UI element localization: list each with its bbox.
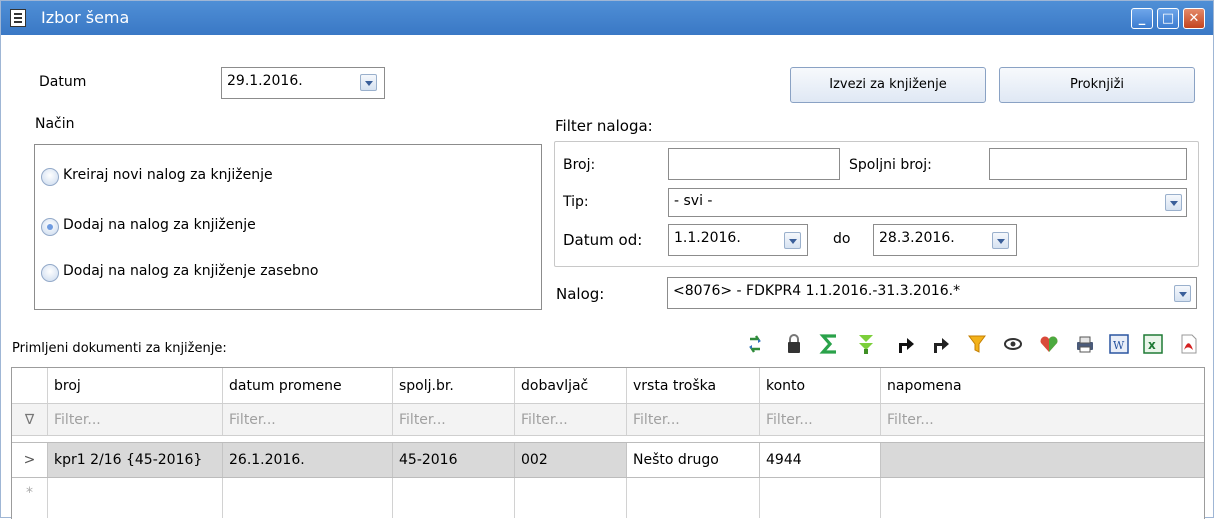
- nalog-select[interactable]: <8076> - FDKPR4 1.1.2016.-31.3.2016.*: [667, 277, 1197, 309]
- izvezi-za-knjizenje-button[interactable]: Izvezi za knjiženje: [790, 67, 986, 103]
- new-row-icon: *: [12, 478, 48, 518]
- datum-label: Datum: [39, 74, 87, 90]
- window: Izbor šema _ □ ✕ Datum 29.1.2016. Izvezi…: [0, 0, 1214, 519]
- refresh-icon[interactable]: [744, 333, 766, 355]
- sum-icon[interactable]: [819, 333, 841, 355]
- datum-od-label: Datum od:: [563, 231, 643, 249]
- close-button[interactable]: ✕: [1183, 8, 1205, 29]
- column-header-konto[interactable]: konto: [760, 368, 881, 403]
- broj-input[interactable]: [668, 148, 840, 180]
- spoljni-broj-input[interactable]: [989, 148, 1187, 180]
- new-cell-dobavljac[interactable]: [515, 478, 627, 518]
- filter-input-konto[interactable]: Filter...: [760, 404, 881, 435]
- cell-dobavljac[interactable]: 002: [515, 443, 627, 477]
- window-title: Izbor šema: [41, 8, 130, 27]
- datum-od-picker[interactable]: 1.1.2016.: [668, 224, 808, 256]
- export-arrow-icon[interactable]: [894, 333, 916, 355]
- filter-icon[interactable]: [966, 333, 988, 355]
- radio-dodaj-zasebno[interactable]: Dodaj na nalog za knjiženje zasebno: [41, 263, 441, 285]
- column-header-dobavljac[interactable]: dobavljač: [515, 368, 627, 403]
- nalog-label: Nalog:: [556, 285, 605, 303]
- radio-icon: [41, 264, 59, 282]
- row-header-corner: [12, 368, 48, 403]
- cell-datum-promene[interactable]: 26.1.2016.: [223, 443, 393, 477]
- column-header-vrsta-troska[interactable]: vrsta troška: [627, 368, 760, 403]
- datum-value: 29.1.2016.: [227, 73, 303, 89]
- chevron-down-icon[interactable]: [992, 232, 1009, 249]
- new-cell-vrsta-troska[interactable]: [627, 478, 760, 518]
- new-cell-napomena[interactable]: [881, 478, 1204, 518]
- svg-text:x: x: [1148, 338, 1156, 352]
- grid-header: broj datum promene spolj.br. dobavljač v…: [12, 368, 1204, 404]
- filter-input-vrsta-troska[interactable]: Filter...: [627, 404, 760, 435]
- favorite-icon[interactable]: [1038, 333, 1060, 355]
- word-icon[interactable]: W: [1108, 333, 1130, 355]
- spoljni-broj-label: Spoljni broj:: [849, 157, 932, 173]
- proknjizi-button[interactable]: Proknjiži: [999, 67, 1195, 103]
- cell-vrsta-troska[interactable]: Nešto drugo: [627, 443, 760, 477]
- filter-input-spolj-br[interactable]: Filter...: [393, 404, 515, 435]
- cell-broj[interactable]: kpr1 2/16 {45-2016}: [48, 443, 223, 477]
- filter-input-datum-promene[interactable]: Filter...: [223, 404, 393, 435]
- table-row[interactable]: > kpr1 2/16 {45-2016} 26.1.2016. 45-2016…: [12, 442, 1204, 478]
- chevron-down-icon[interactable]: [784, 232, 801, 249]
- chevron-down-icon[interactable]: [1165, 194, 1182, 211]
- pdf-icon[interactable]: [1178, 333, 1200, 355]
- tip-label: Tip:: [563, 194, 589, 210]
- row-selector-icon[interactable]: >: [12, 443, 48, 477]
- expand-icon[interactable]: [855, 333, 877, 355]
- filter-input-napomena[interactable]: Filter...: [881, 404, 1204, 435]
- documents-grid: broj datum promene spolj.br. dobavljač v…: [11, 367, 1205, 519]
- chevron-down-icon[interactable]: [360, 74, 377, 91]
- new-cell-spolj-br[interactable]: [393, 478, 515, 518]
- chevron-down-icon[interactable]: [1174, 285, 1191, 302]
- filter-icon: ∇: [12, 404, 48, 435]
- do-label: do: [833, 231, 851, 247]
- new-cell-konto[interactable]: [760, 478, 881, 518]
- filter-input-broj[interactable]: Filter...: [48, 404, 223, 435]
- view-icon[interactable]: [1002, 333, 1024, 355]
- print-icon[interactable]: [1074, 333, 1096, 355]
- tip-select[interactable]: - svi -: [668, 188, 1187, 217]
- redirect-icon[interactable]: [930, 333, 952, 355]
- datum-date-picker[interactable]: 29.1.2016.: [221, 67, 385, 99]
- column-header-napomena[interactable]: napomena: [881, 368, 1204, 403]
- radio-kreiraj-novi-nalog[interactable]: Kreiraj novi nalog za knjiženje: [41, 167, 441, 189]
- new-cell-broj[interactable]: [48, 478, 223, 518]
- form-icon: [10, 9, 26, 27]
- datum-do-picker[interactable]: 28.3.2016.: [873, 224, 1017, 256]
- broj-label: Broj:: [563, 157, 596, 173]
- cell-spolj-br[interactable]: 45-2016: [393, 443, 515, 477]
- title-bar: Izbor šema _ □ ✕: [1, 1, 1213, 35]
- grid-filter-row: ∇ Filter... Filter... Filter... Filter..…: [12, 404, 1204, 436]
- dokumenti-label: Primljeni dokumenti za knjiženje:: [12, 341, 227, 356]
- column-header-spolj-br[interactable]: spolj.br.: [393, 368, 515, 403]
- cell-napomena[interactable]: [881, 443, 1204, 477]
- minimize-button[interactable]: _: [1131, 8, 1153, 29]
- svg-text:W: W: [1113, 339, 1125, 352]
- radio-dodaj-na-nalog[interactable]: Dodaj na nalog za knjiženje: [41, 217, 441, 239]
- column-header-broj[interactable]: broj: [48, 368, 223, 403]
- excel-icon[interactable]: x: [1142, 333, 1164, 355]
- column-header-datum-promene[interactable]: datum promene: [223, 368, 393, 403]
- lock-icon[interactable]: [783, 333, 805, 355]
- filter-naloga-label: Filter naloga:: [555, 117, 653, 135]
- radio-selected-icon: [41, 218, 59, 236]
- maximize-button[interactable]: □: [1157, 8, 1179, 29]
- cell-konto[interactable]: 4944: [760, 443, 881, 477]
- filter-input-dobavljac[interactable]: Filter...: [515, 404, 627, 435]
- new-cell-datum-promene[interactable]: [223, 478, 393, 518]
- new-row[interactable]: *: [12, 478, 1204, 518]
- nacin-label: Način: [35, 116, 75, 132]
- radio-icon: [41, 168, 59, 186]
